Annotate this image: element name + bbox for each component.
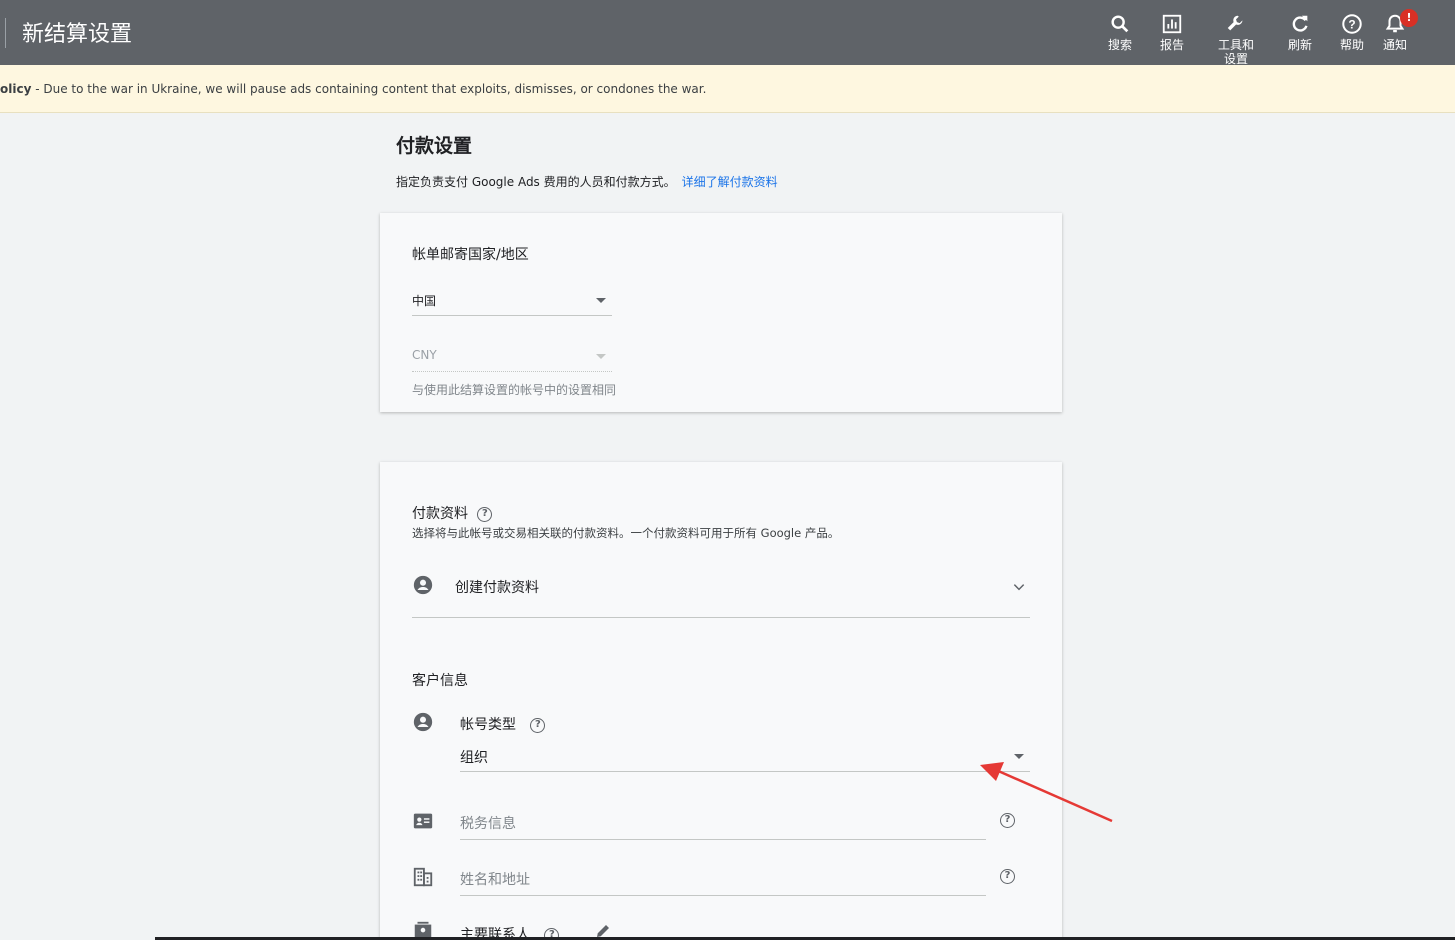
payments-profile-label: 付款资料 bbox=[412, 506, 468, 522]
account-type-value: 组织 bbox=[460, 750, 488, 766]
payments-profile-card: 付款资料 ? 选择将与此帐号或交易相关联的付款资料。一个付款资料可用于所有 Go… bbox=[380, 462, 1062, 940]
notifications-button[interactable]: 通知 ! bbox=[1365, 9, 1425, 53]
help-icon: ? bbox=[1342, 14, 1362, 34]
chevron-down-icon bbox=[1013, 584, 1025, 591]
account-type-label-row: 帐号类型 ? bbox=[460, 714, 546, 734]
dropdown-arrow-icon bbox=[596, 298, 606, 303]
account-type-select[interactable]: 组织 bbox=[460, 742, 1030, 772]
building-icon bbox=[413, 867, 433, 887]
payments-profile-label-row: 付款资料 ? bbox=[412, 503, 493, 523]
country-select-value: 中国 bbox=[412, 294, 437, 308]
header-divider bbox=[5, 18, 6, 48]
page-title: 付款设置 bbox=[396, 135, 473, 157]
country-select[interactable]: 中国 bbox=[412, 286, 612, 316]
page-header-title: 新结算设置 bbox=[22, 22, 133, 47]
policy-notice-banner: olicy - Due to the war in Ukraine, we wi… bbox=[0, 65, 1455, 113]
learn-more-link[interactable]: 详细了解付款资料 bbox=[682, 175, 778, 189]
help-circle-icon[interactable]: ? bbox=[1000, 869, 1015, 884]
search-button[interactable]: 搜索 bbox=[1090, 13, 1150, 53]
currency-hint: 与使用此结算设置的帐号中的设置相同 bbox=[412, 383, 617, 397]
reports-button[interactable]: 报告 bbox=[1142, 13, 1202, 53]
notice-text: - Due to the war in Ukraine, we will pau… bbox=[31, 82, 707, 96]
reports-label: 报告 bbox=[1159, 38, 1184, 52]
help-circle-icon[interactable]: ? bbox=[530, 717, 546, 733]
tax-info-underline bbox=[460, 839, 986, 840]
tools-settings-button[interactable]: 工具和 设置 bbox=[1206, 13, 1266, 66]
top-app-bar: 新结算设置 搜索 报告 工具和 设置 刷新 ? 帮助 通知 ! bbox=[0, 0, 1455, 66]
account-type-label: 帐号类型 bbox=[460, 717, 516, 733]
reports-icon bbox=[1162, 14, 1182, 34]
dropdown-arrow-icon bbox=[1014, 754, 1024, 759]
notice-prefix: olicy bbox=[0, 82, 32, 96]
currency-select-value: CNY bbox=[412, 348, 437, 362]
currency-select: CNY bbox=[412, 342, 612, 372]
tax-info-field[interactable]: 税务信息 bbox=[460, 813, 516, 833]
billing-country-card: 帐单邮寄国家/地区 中国 CNY 与使用此结算设置的帐号中的设置相同 bbox=[380, 213, 1062, 412]
payments-profile-value: 创建付款资料 bbox=[455, 580, 539, 596]
payments-profile-select[interactable]: 创建付款资料 bbox=[412, 566, 1030, 618]
tools-settings-label: 工具和 设置 bbox=[1217, 38, 1254, 66]
refresh-label: 刷新 bbox=[1287, 38, 1312, 52]
account-circle-icon bbox=[413, 712, 433, 732]
notifications-label: 通知 bbox=[1382, 38, 1407, 52]
id-card-icon bbox=[413, 813, 433, 829]
billing-country-label: 帐单邮寄国家/地区 bbox=[412, 247, 529, 263]
refresh-icon bbox=[1292, 15, 1308, 32]
wrench-icon bbox=[1227, 15, 1243, 31]
help-circle-icon[interactable]: ? bbox=[477, 506, 493, 522]
customer-info-heading: 客户信息 bbox=[412, 673, 468, 689]
search-icon bbox=[1111, 15, 1129, 33]
dropdown-arrow-icon bbox=[596, 354, 606, 359]
help-circle-icon[interactable]: ? bbox=[1000, 813, 1015, 828]
name-address-field[interactable]: 姓名和地址 bbox=[460, 869, 530, 889]
name-address-underline bbox=[460, 895, 986, 896]
svg-text:?: ? bbox=[1348, 18, 1355, 32]
refresh-button[interactable]: 刷新 bbox=[1270, 13, 1330, 53]
page-subtitle-text: 指定负责支付 Google Ads 费用的人员和付款方式。 bbox=[396, 175, 676, 189]
account-circle-icon bbox=[413, 575, 433, 595]
page-subtitle: 指定负责支付 Google Ads 费用的人员和付款方式。 详细了解付款资料 bbox=[396, 173, 778, 190]
search-label: 搜索 bbox=[1107, 38, 1132, 52]
notification-badge: ! bbox=[1400, 9, 1418, 27]
payments-profile-description: 选择将与此帐号或交易相关联的付款资料。一个付款资料可用于所有 Google 产品… bbox=[412, 526, 840, 540]
